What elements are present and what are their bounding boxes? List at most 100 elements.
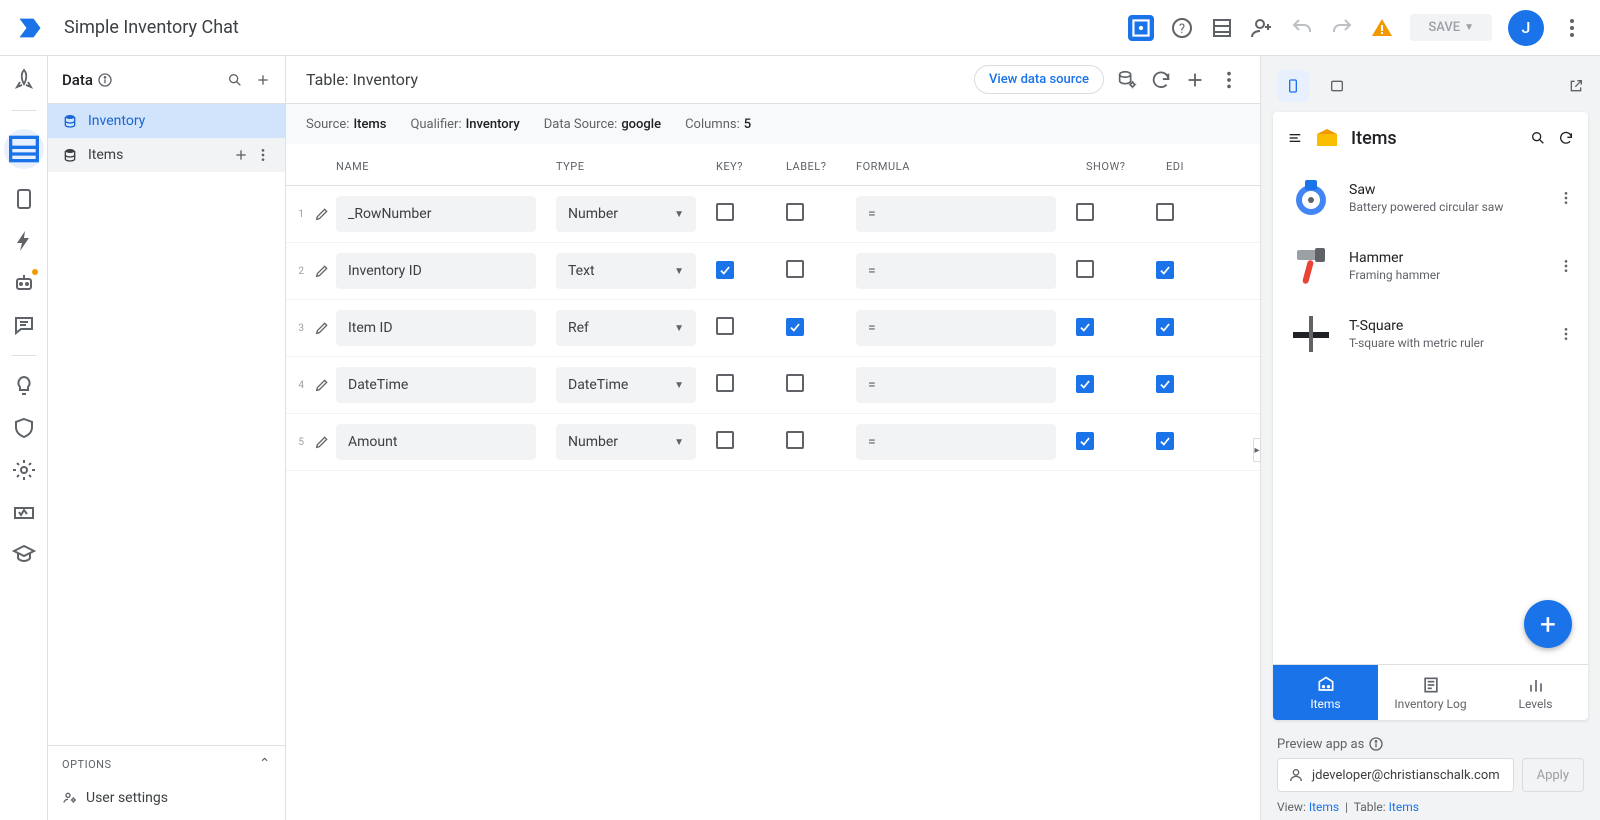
- present-icon[interactable]: [1128, 15, 1154, 41]
- formula-input[interactable]: [856, 196, 1056, 232]
- add-table-icon[interactable]: [255, 72, 271, 88]
- column-name-input[interactable]: [336, 424, 536, 460]
- checkbox[interactable]: [1156, 203, 1174, 221]
- column-name-input[interactable]: [336, 196, 536, 232]
- checkbox[interactable]: [1076, 260, 1094, 278]
- rail-actions-icon[interactable]: [12, 229, 36, 253]
- appsheet-logo: [16, 14, 44, 42]
- app-search-icon[interactable]: [1530, 130, 1546, 146]
- app-menu-icon[interactable]: [1287, 130, 1303, 146]
- checkbox[interactable]: [1156, 432, 1174, 450]
- checkbox[interactable]: [716, 317, 734, 335]
- grid-header: NAME TYPE KEY? LABEL? FORMULA SHOW? EDI: [286, 160, 1260, 186]
- checkbox[interactable]: [1156, 318, 1174, 336]
- table-more-icon[interactable]: [1218, 69, 1240, 91]
- column-name-input[interactable]: [336, 367, 536, 403]
- item-more-icon[interactable]: [1558, 326, 1574, 342]
- user-avatar[interactable]: J: [1508, 10, 1544, 46]
- more-icon[interactable]: [255, 147, 271, 163]
- edit-icon[interactable]: [308, 263, 336, 279]
- preview-email-input[interactable]: jdeveloper@christianschalk.com: [1277, 758, 1514, 792]
- user-settings[interactable]: User settings: [48, 782, 285, 820]
- table-settings-icon[interactable]: [1116, 69, 1138, 91]
- checkbox[interactable]: [1076, 375, 1094, 393]
- checkbox[interactable]: [1156, 261, 1174, 279]
- more-icon[interactable]: [1560, 16, 1584, 40]
- table-link[interactable]: Items: [1389, 800, 1419, 814]
- add-user-icon[interactable]: [1250, 16, 1274, 40]
- help-icon[interactable]: ?: [1170, 16, 1194, 40]
- item-more-icon[interactable]: [1558, 190, 1574, 206]
- edit-icon[interactable]: [308, 206, 336, 222]
- checkbox[interactable]: [786, 374, 804, 392]
- checkbox[interactable]: [716, 374, 734, 392]
- rail-intelligence-icon[interactable]: [12, 374, 36, 398]
- app-refresh-icon[interactable]: [1558, 130, 1574, 146]
- hammer-icon: [1287, 242, 1335, 290]
- column-type-select[interactable]: Number▼: [556, 424, 696, 460]
- open-external-icon[interactable]: [1568, 78, 1584, 94]
- app-box-icon: [1315, 126, 1339, 150]
- preview-links: View: Items | Table: Items: [1277, 800, 1584, 814]
- rail-settings-icon[interactable]: [12, 458, 36, 482]
- add-icon[interactable]: [233, 147, 249, 163]
- refresh-icon[interactable]: [1150, 69, 1172, 91]
- column-type-select[interactable]: Text▼: [556, 253, 696, 289]
- rail-data-icon[interactable]: [4, 129, 44, 169]
- rail-manage-icon[interactable]: [12, 500, 36, 524]
- formula-input[interactable]: [856, 367, 1056, 403]
- view-data-source-button[interactable]: View data source: [974, 65, 1104, 94]
- list-item[interactable]: T-SquareT-square with metric ruler: [1273, 300, 1588, 368]
- rail-chat-icon[interactable]: [12, 313, 36, 337]
- column-type-select[interactable]: DateTime▼: [556, 367, 696, 403]
- checkbox[interactable]: [1156, 375, 1174, 393]
- options-header[interactable]: OPTIONS⌃: [48, 745, 285, 782]
- view-link[interactable]: Items: [1309, 800, 1339, 814]
- save-button[interactable]: SAVE▼: [1410, 14, 1492, 41]
- nav-levels[interactable]: Levels: [1483, 665, 1588, 720]
- redo-icon[interactable]: [1330, 16, 1354, 40]
- checkbox[interactable]: [716, 431, 734, 449]
- list-item[interactable]: SawBattery powered circular saw: [1273, 164, 1588, 232]
- warning-icon[interactable]: [1370, 16, 1394, 40]
- grid-icon[interactable]: [1210, 16, 1234, 40]
- nav-inventory-log[interactable]: Inventory Log: [1378, 665, 1483, 720]
- column-type-select[interactable]: Number▼: [556, 196, 696, 232]
- apply-button[interactable]: Apply: [1522, 758, 1584, 792]
- rail-learn-icon[interactable]: [12, 542, 36, 566]
- checkbox[interactable]: [786, 431, 804, 449]
- fab-add-button[interactable]: +: [1524, 600, 1572, 648]
- column-type-select[interactable]: Ref▼: [556, 310, 696, 346]
- edit-icon[interactable]: [308, 320, 336, 336]
- checkbox[interactable]: [786, 203, 804, 221]
- item-more-icon[interactable]: [1558, 258, 1574, 274]
- checkbox[interactable]: [716, 203, 734, 221]
- undo-icon[interactable]: [1290, 16, 1314, 40]
- panel-expander[interactable]: ▸: [1253, 438, 1261, 462]
- edit-icon[interactable]: [308, 377, 336, 393]
- checkbox[interactable]: [786, 260, 804, 278]
- formula-input[interactable]: [856, 424, 1056, 460]
- column-name-input[interactable]: [336, 310, 536, 346]
- add-column-icon[interactable]: [1184, 69, 1206, 91]
- preview-mobile-tab[interactable]: [1277, 70, 1309, 102]
- rail-views-icon[interactable]: [12, 187, 36, 211]
- checkbox[interactable]: [1076, 203, 1094, 221]
- rail-bots-icon[interactable]: [12, 271, 36, 295]
- list-item[interactable]: HammerFraming hammer: [1273, 232, 1588, 300]
- formula-input[interactable]: [856, 253, 1056, 289]
- data-table-items[interactable]: Items: [48, 138, 285, 172]
- column-name-input[interactable]: [336, 253, 536, 289]
- checkbox[interactable]: [1076, 318, 1094, 336]
- checkbox[interactable]: [716, 261, 734, 279]
- edit-icon[interactable]: [308, 434, 336, 450]
- rail-security-icon[interactable]: [12, 416, 36, 440]
- rail-deploy-icon[interactable]: [12, 68, 36, 92]
- data-table-inventory[interactable]: Inventory: [48, 104, 285, 138]
- search-icon[interactable]: [227, 72, 243, 88]
- nav-items[interactable]: Items: [1273, 665, 1378, 720]
- checkbox[interactable]: [786, 318, 804, 336]
- checkbox[interactable]: [1076, 432, 1094, 450]
- preview-tablet-tab[interactable]: [1321, 70, 1353, 102]
- formula-input[interactable]: [856, 310, 1056, 346]
